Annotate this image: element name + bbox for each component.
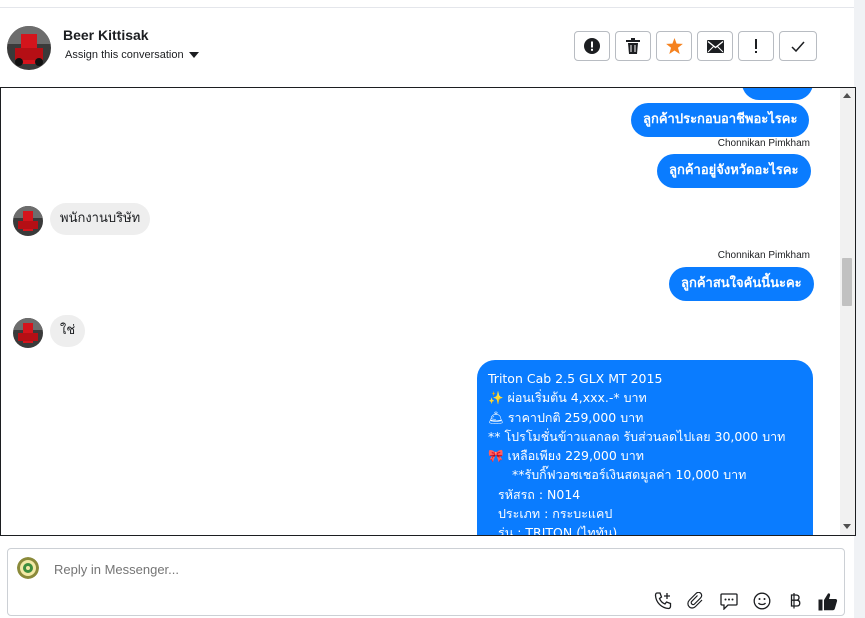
product-code: รหัสรถ : N014 — [498, 486, 581, 502]
star-icon — [665, 38, 683, 54]
mark-done-button[interactable] — [779, 31, 817, 61]
saved-reply-icon — [720, 592, 738, 610]
emoji-button[interactable] — [751, 591, 773, 611]
check-icon — [791, 41, 805, 52]
caret-down-icon — [188, 52, 199, 58]
mark-unread-button[interactable] — [697, 31, 733, 61]
contact-avatar-small[interactable] — [13, 206, 43, 236]
scroll-up-arrow-icon[interactable] — [843, 93, 851, 98]
composer-tools — [652, 591, 839, 611]
page-avatar — [17, 557, 39, 579]
outgoing-message: ลูกค้าประกอบอาชีพอะไรคะ — [631, 103, 810, 137]
product-installment: ✨ ผ่อนเริ่มต้น 4,xxx.-* บาท — [488, 390, 647, 406]
exclamation-circle-icon — [584, 38, 600, 54]
exclamation-icon — [755, 39, 757, 53]
incoming-message: พนักงานบริษัท — [50, 203, 151, 235]
outgoing-message: ลูกค้าอยู่จังหวัดอะไรคะ — [657, 154, 811, 188]
scroll-thumb[interactable] — [842, 258, 852, 306]
scroll-down-arrow-icon[interactable] — [843, 524, 851, 529]
assign-label: Assign this conversation — [65, 49, 184, 61]
like-button[interactable] — [817, 591, 839, 611]
star-button[interactable] — [656, 31, 692, 61]
emoji-icon — [753, 592, 771, 610]
reply-composer — [7, 548, 845, 616]
sender-name: Chonnikan Pimkham — [717, 250, 810, 261]
outgoing-message: ลูกค้าสนใจคันนี้นะคะ — [669, 267, 814, 301]
assign-conversation-dropdown[interactable]: Assign this conversation — [65, 49, 199, 61]
product-model: รุ่น : TRITON (ไททัน) — [498, 525, 618, 536]
trash-icon — [626, 38, 640, 54]
paperclip-icon — [687, 592, 703, 609]
incoming-message: ใช่ — [50, 315, 86, 347]
product-promo: ** โปรโมชั่นข้าวแลกลด รับส่วนลดไปเลย 30,… — [488, 428, 786, 444]
product-message: Triton Cab 2.5 GLX MT 2015 ✨ ผ่อนเริ่มต้… — [477, 360, 813, 536]
saved-replies-button[interactable] — [718, 591, 740, 611]
phone-plus-icon — [654, 592, 672, 610]
outgoing-message-clipped — [742, 88, 813, 100]
reply-input[interactable] — [52, 561, 656, 578]
thread-scrollbar[interactable] — [840, 88, 855, 535]
attach-button[interactable] — [685, 591, 707, 611]
contact-avatar-small[interactable] — [13, 318, 43, 348]
mark-spam-button[interactable] — [574, 31, 610, 61]
sender-name: Chonnikan Pimkham — [717, 138, 810, 149]
product-gift: **รับกิ๊ฟวอชเชอร์เงินสดมูลค่า 10,000 บาท — [512, 467, 747, 483]
payment-button[interactable] — [784, 591, 806, 611]
baht-icon — [790, 593, 801, 609]
call-button[interactable] — [652, 591, 674, 611]
conversation-header: Beer Kittisak Assign this conversation — [0, 8, 854, 86]
thumbs-up-icon — [818, 592, 838, 610]
product-type: ประเภท : กระบะแคป — [498, 506, 613, 522]
envelope-icon — [706, 39, 724, 53]
contact-avatar[interactable] — [7, 26, 51, 70]
follow-up-button[interactable] — [738, 31, 774, 61]
conversation-actions — [574, 31, 817, 61]
product-price: 🛎 ราคาปกติ 259,000 บาท — [488, 409, 644, 425]
message-thread[interactable]: ลูกค้าประกอบอาชีพอะไรคะ Chonnikan Pimkha… — [0, 87, 856, 536]
product-title: Triton Cab 2.5 GLX MT 2015 — [488, 371, 663, 386]
contact-name[interactable]: Beer Kittisak — [63, 27, 149, 43]
product-final-price: 🎀 เหลือเพียง 229,000 บาท — [488, 448, 644, 464]
delete-button[interactable] — [615, 31, 651, 61]
